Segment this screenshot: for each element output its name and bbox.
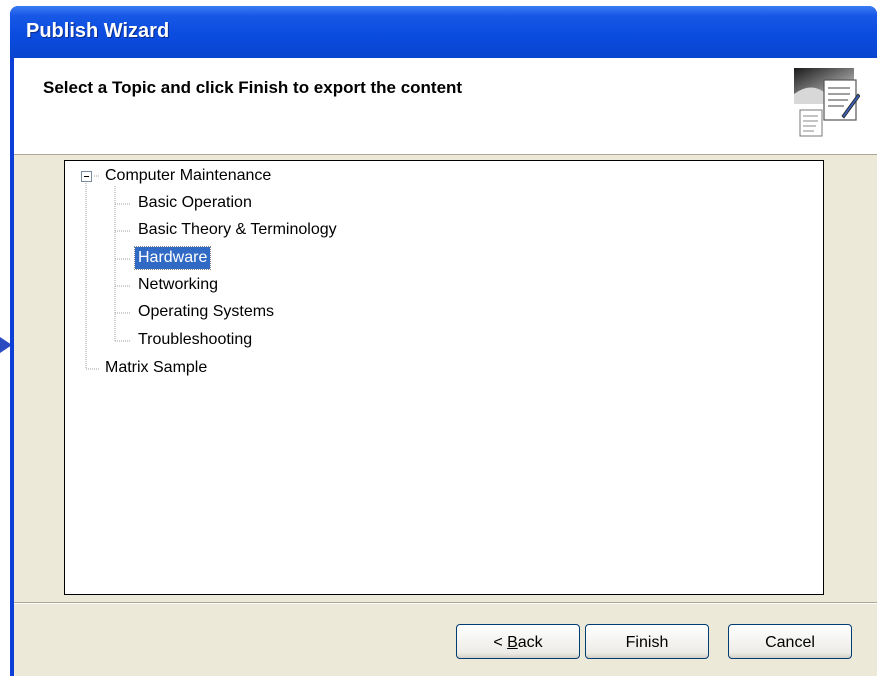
- tree-node-operating-systems[interactable]: Operating Systems: [138, 301, 274, 323]
- tree-node-networking[interactable]: Networking: [138, 274, 218, 296]
- wizard-document-icon: [794, 68, 860, 137]
- tree-node-hardware[interactable]: Hardware: [133, 246, 212, 270]
- tree-node-basic-operation[interactable]: Basic Operation: [138, 192, 252, 214]
- back-button-prefix: <: [493, 634, 508, 651]
- tree-node-basic-theory[interactable]: Basic Theory & Terminology: [138, 219, 337, 241]
- back-button-mnemonic: B: [507, 634, 518, 651]
- title-bar[interactable]: Publish Wizard: [10, 6, 877, 58]
- footer-divider: [14, 602, 877, 604]
- cancel-button[interactable]: Cancel: [728, 624, 852, 659]
- window-title: Publish Wizard: [26, 20, 170, 42]
- publish-wizard-window: Publish Wizard Select a Topic and click …: [10, 6, 877, 676]
- tree-node-computer-maintenance[interactable]: Computer Maintenance: [105, 165, 271, 187]
- back-button-rest: ack: [517, 634, 543, 651]
- wizard-heading: Select a Topic and click Finish to expor…: [43, 78, 463, 97]
- wizard-header: Select a Topic and click Finish to expor…: [14, 58, 877, 155]
- tree-node-matrix-sample[interactable]: Matrix Sample: [105, 357, 207, 379]
- back-button[interactable]: < Back: [456, 624, 580, 659]
- finish-button[interactable]: Finish: [585, 624, 709, 659]
- collapse-toggle-icon[interactable]: [81, 171, 92, 182]
- wizard-client-area: Select a Topic and click Finish to expor…: [14, 58, 877, 676]
- topic-tree[interactable]: Computer Maintenance Basic Operation Bas…: [64, 160, 824, 595]
- tree-node-troubleshooting[interactable]: Troubleshooting: [138, 329, 252, 351]
